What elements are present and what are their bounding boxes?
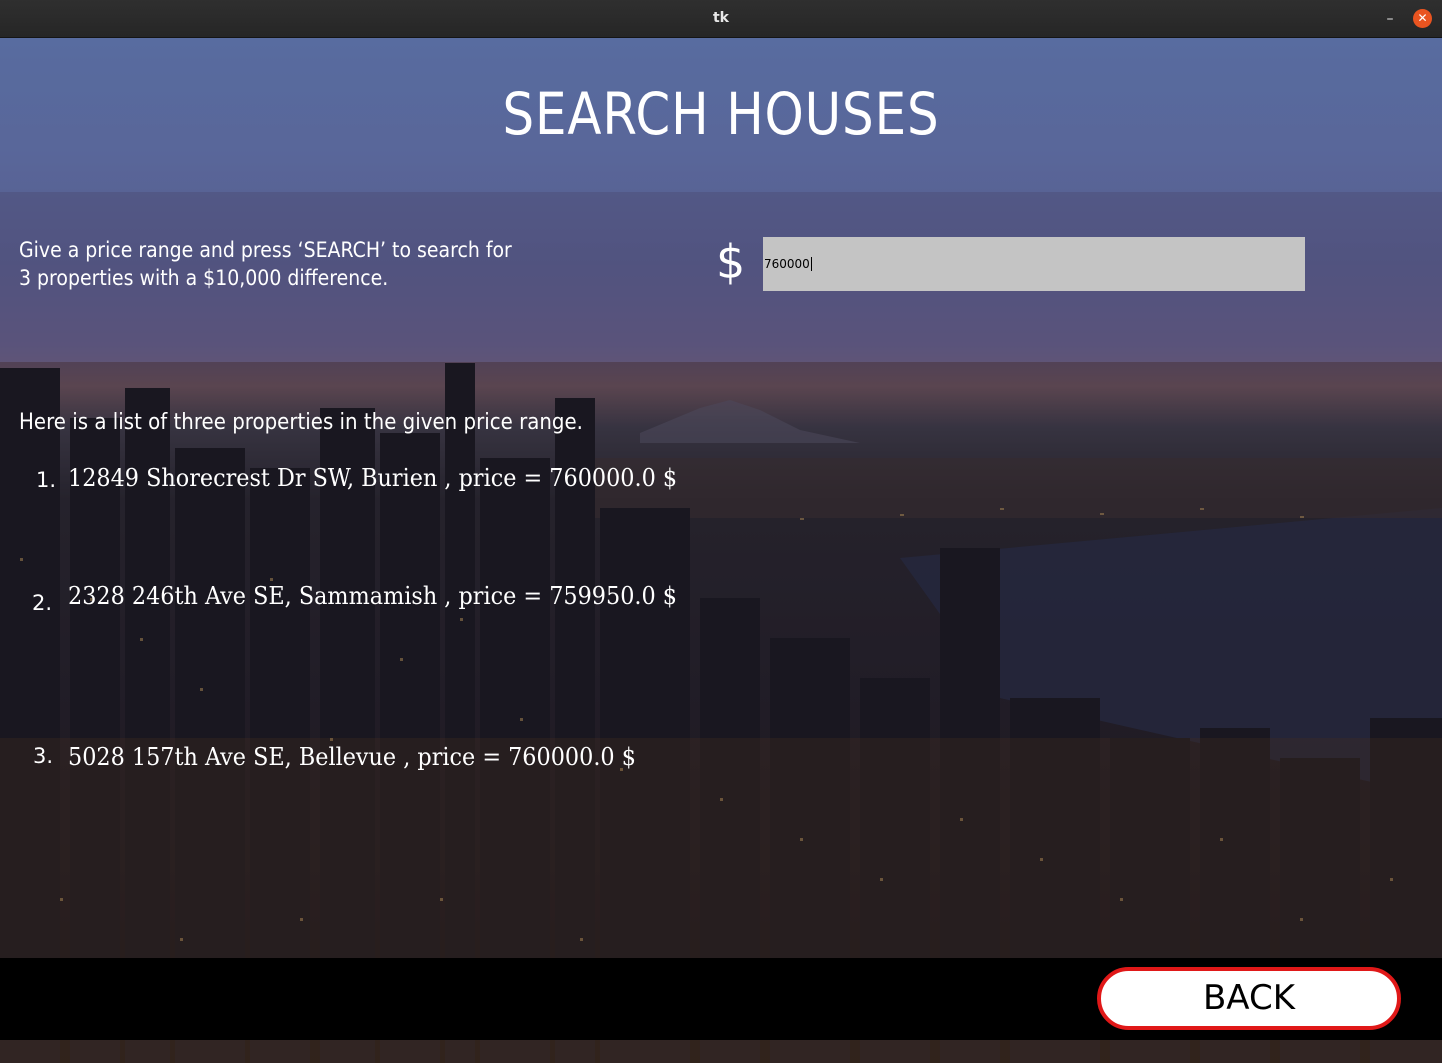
- results-heading: Here is a list of three properties in th…: [19, 410, 583, 435]
- price-input[interactable]: 760000: [763, 237, 1305, 291]
- result-number: 2.: [32, 591, 53, 615]
- title-bar: tk – ✕: [0, 0, 1442, 38]
- minimize-icon[interactable]: –: [1380, 8, 1400, 28]
- result-number: 3.: [33, 744, 54, 768]
- price-input-value: 760000: [764, 257, 810, 271]
- result-item: 5028 157th Ave SE, Bellevue , price = 76…: [68, 743, 636, 771]
- page-title: SEARCH HOUSES: [502, 80, 940, 148]
- search-instructions: Give a price range and press ‘SEARCH’ to…: [19, 238, 512, 290]
- window-title: tk: [712, 10, 729, 26]
- currency-label: $: [716, 235, 746, 289]
- app-window: tk – ✕ SEARCH HOUSES Give a price range …: [0, 0, 1442, 1063]
- text-caret: [810, 257, 812, 271]
- close-icon[interactable]: ✕: [1413, 9, 1432, 28]
- result-item: 12849 Shorecrest Dr SW, Burien , price =…: [68, 464, 678, 492]
- result-number: 1.: [36, 468, 57, 492]
- back-button[interactable]: BACK: [1097, 967, 1401, 1030]
- results-band: [0, 362, 1442, 958]
- result-item: 2328 246th Ave SE, Sammamish , price = 7…: [68, 582, 677, 610]
